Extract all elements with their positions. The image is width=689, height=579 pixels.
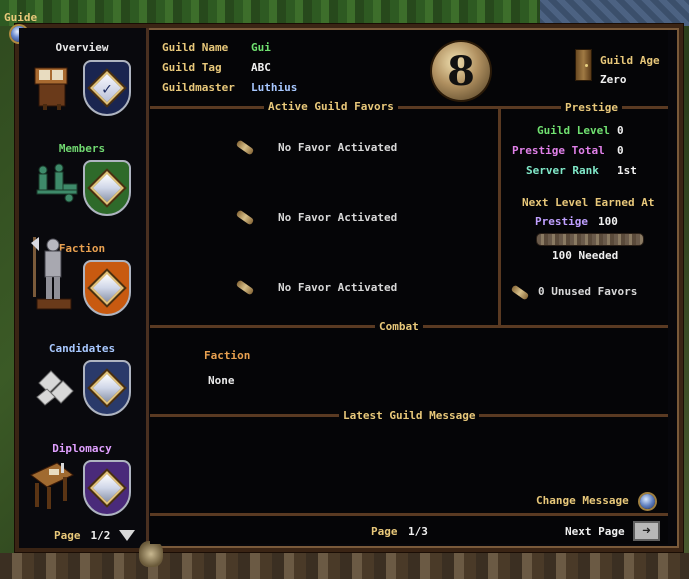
right-arrow-icon: ➜: [642, 523, 651, 539]
next-level-title: Next Level Earned At: [522, 196, 655, 209]
favors-title: Active Guild Favors: [264, 100, 398, 113]
guild-age-label: Guild Age: [600, 54, 660, 67]
game-world-background-bottom: [0, 553, 689, 579]
sidebar-item-faction[interactable]: [83, 260, 131, 316]
change-message-label[interactable]: Change Message: [536, 494, 629, 507]
next-page-label[interactable]: Next Page: [565, 525, 625, 538]
sidebar-item-members[interactable]: [83, 160, 131, 216]
change-message-globe-button[interactable]: [640, 494, 655, 509]
guild-age-value: Zero: [600, 73, 627, 86]
server-rank-label: Server Rank: [526, 164, 599, 177]
favor-slot-1[interactable]: No Favor Activated: [278, 141, 397, 154]
sidebar-item-overview-label[interactable]: Overview: [27, 41, 137, 54]
guide-label[interactable]: Guide: [4, 11, 37, 24]
next-page-button[interactable]: ➜: [633, 521, 660, 541]
members-gem-icon: [90, 171, 124, 205]
faction-value: None: [208, 374, 235, 387]
sidebar-item-candidates[interactable]: [83, 360, 131, 416]
sidebar-next-page-arrow-icon[interactable]: [119, 530, 135, 541]
rooftop-scenery: [540, 0, 689, 26]
candidates-gem-icon: [90, 371, 124, 405]
selected-check-icon: ✓: [102, 78, 112, 98]
prestige-title: Prestige: [561, 101, 622, 114]
sidebar: Overview ✓ Members Faction Candidates Di…: [19, 28, 149, 548]
sidebar-item-overview[interactable]: ✓: [83, 60, 131, 116]
armored-knight-icon: [31, 233, 79, 311]
prestige-total-label: Prestige Total: [512, 144, 605, 157]
book-lectern-icon: [29, 60, 77, 110]
diplomacy-gem-icon: [90, 471, 124, 505]
guild-emblem-icon: 8: [432, 42, 490, 100]
server-rank-value: 1st: [617, 164, 637, 177]
guild-tag-value: ABC: [251, 61, 271, 74]
game-world-background-top: [0, 0, 689, 26]
next-prestige-value: 100: [598, 215, 618, 228]
guild-name-label: Guild Name: [162, 41, 229, 54]
footer-page-value: 1/3: [408, 525, 428, 538]
sidebar-page-indicator: Page 1/2: [54, 529, 110, 542]
prestige-needed: 100 Needed: [552, 249, 619, 262]
guildmaster-value: Luthius: [251, 81, 298, 94]
prestige-progress-bar: [536, 233, 644, 246]
combat-title: Combat: [375, 320, 423, 333]
sidebar-item-members-label[interactable]: Members: [27, 142, 137, 155]
door-icon: [575, 49, 592, 81]
sidebar-item-candidates-label[interactable]: Candidates: [27, 342, 137, 355]
message-title: Latest Guild Message: [339, 409, 480, 422]
unused-favors[interactable]: 0 Unused Favors: [538, 285, 637, 298]
members-statues-icon: [33, 158, 81, 208]
puzzle-pieces-icon: [33, 363, 81, 413]
divider-favors-prestige: [498, 109, 501, 325]
footer-page-label: Page: [371, 525, 398, 538]
faction-label: Faction: [204, 349, 251, 362]
resize-scroll-handle-icon[interactable]: [139, 541, 163, 567]
next-prestige-label: Prestige: [535, 215, 588, 228]
guild-level-value: 0: [617, 124, 624, 137]
faction-gem-icon: [90, 271, 124, 305]
favor-slot-3[interactable]: No Favor Activated: [278, 281, 397, 294]
guild-level-label: Guild Level: [537, 124, 610, 137]
sidebar-page-label: Page: [54, 529, 81, 542]
sidebar-page-value: 1/2: [90, 529, 111, 542]
sidebar-item-diplomacy[interactable]: [83, 460, 131, 516]
favor-slot-2[interactable]: No Favor Activated: [278, 211, 397, 224]
prestige-total-value: 0: [617, 144, 624, 157]
guild-name-value: Gui: [251, 41, 271, 54]
writing-desk-icon: [27, 453, 75, 513]
divider-footer: [150, 513, 668, 516]
guild-tag-label: Guild Tag: [162, 61, 222, 74]
guildmaster-label: Guildmaster: [162, 81, 235, 94]
